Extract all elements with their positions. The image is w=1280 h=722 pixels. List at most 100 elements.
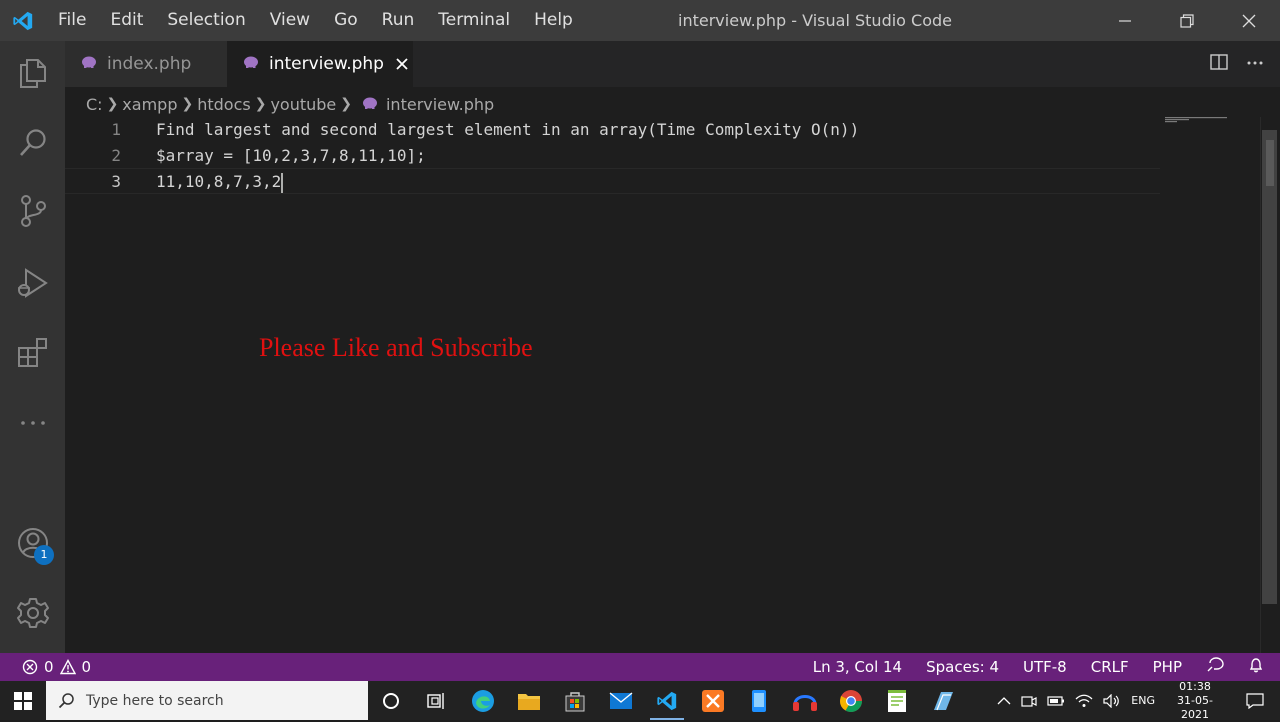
app-icon[interactable]	[920, 681, 966, 720]
chevron-right-icon: ❯	[340, 96, 352, 112]
mail-icon[interactable]	[598, 681, 644, 720]
line-ending[interactable]: CRLF	[1091, 658, 1129, 676]
vscode-taskbar-icon[interactable]	[644, 681, 690, 720]
audio-app-icon[interactable]	[782, 681, 828, 720]
menu-bar: File Edit Selection View Go Run Terminal…	[46, 0, 585, 41]
extensions-icon[interactable]	[0, 323, 65, 383]
status-bar: 0 0 Ln 3, Col 14 Spaces: 4 UTF-8 CRLF PH…	[0, 653, 1280, 681]
settings-gear-icon[interactable]	[0, 583, 65, 643]
meet-now-icon[interactable]	[1021, 694, 1037, 708]
minimize-button[interactable]	[1094, 0, 1156, 41]
vertical-scrollbar-thumb[interactable]	[1262, 130, 1277, 604]
clock-date: 31-05-2021	[1177, 693, 1213, 721]
tab-close-icon[interactable]	[396, 55, 408, 74]
menu-selection[interactable]: Selection	[155, 0, 257, 41]
more-icon[interactable]	[0, 393, 65, 453]
line-text: 11,10,8,7,3,2	[156, 172, 282, 191]
notifications-bell-icon[interactable]	[1248, 657, 1264, 677]
split-editor-icon[interactable]	[1210, 53, 1228, 75]
chrome-icon[interactable]	[828, 681, 874, 720]
clock[interactable]: 01:38 31-05-2021	[1165, 680, 1225, 722]
menu-help[interactable]: Help	[522, 0, 585, 41]
tab-index-php[interactable]: index.php	[65, 41, 227, 87]
input-language[interactable]: ENG	[1131, 694, 1155, 707]
breadcrumb-item[interactable]: htdocs	[197, 95, 251, 114]
code-line[interactable]: 2 $array = [10,2,3,7,8,11,10];	[65, 143, 1160, 169]
encoding[interactable]: UTF-8	[1023, 658, 1067, 676]
tab-interview-php[interactable]: interview.php	[227, 41, 413, 87]
indentation[interactable]: Spaces: 4	[926, 658, 999, 676]
source-control-icon[interactable]	[0, 181, 65, 241]
accounts-badge: 1	[34, 545, 54, 565]
code-line-current[interactable]: 3 11,10,8,7,3,2	[65, 168, 1160, 194]
close-icon	[1242, 14, 1256, 27]
cortana-icon[interactable]	[368, 681, 414, 720]
menu-edit[interactable]: Edit	[98, 0, 155, 41]
tab-label: index.php	[107, 54, 192, 74]
warning-count: 0	[81, 658, 92, 676]
accounts-icon[interactable]	[0, 513, 65, 573]
title-bar: File Edit Selection View Go Run Terminal…	[0, 0, 1280, 41]
task-view-icon[interactable]	[414, 681, 460, 720]
search-icon[interactable]	[0, 113, 65, 173]
notepad-plus-icon[interactable]	[874, 681, 920, 720]
pinned-apps	[368, 681, 966, 720]
subscribe-overlay-text: Please Like and Subscribe	[259, 333, 533, 362]
menu-go[interactable]: Go	[322, 0, 370, 41]
restore-button[interactable]	[1156, 0, 1218, 41]
close-window-button[interactable]	[1218, 0, 1280, 41]
chevron-right-icon: ❯	[106, 96, 119, 112]
code-line[interactable]: 1 Find largest and second largest elemen…	[65, 117, 1160, 143]
taskbar-search-input[interactable]: Type here to search	[46, 681, 368, 720]
breadcrumb-item[interactable]: C:	[86, 95, 103, 114]
windows-taskbar: Type here to search ENG 01:38 31-05-2021	[0, 680, 1280, 722]
vscode-logo-icon	[0, 0, 46, 41]
php-file-icon	[362, 95, 378, 114]
wifi-icon[interactable]	[1075, 694, 1093, 708]
breadcrumb-item[interactable]: youtube	[270, 95, 336, 114]
activity-bar: 1	[0, 41, 65, 653]
menu-file[interactable]: File	[46, 0, 98, 41]
edge-browser-icon[interactable]	[460, 681, 506, 720]
line-text: Find largest and second largest element …	[156, 120, 860, 139]
run-debug-icon[interactable]	[0, 253, 65, 313]
window-title: interview.php - Visual Studio Code	[678, 11, 952, 30]
search-icon	[58, 692, 74, 708]
breadcrumb-item[interactable]: interview.php	[386, 95, 494, 114]
explorer-icon[interactable]	[0, 43, 65, 103]
php-file-icon	[243, 54, 259, 74]
scrollbar-cursor-marker	[1266, 140, 1274, 186]
xampp-icon[interactable]	[690, 681, 736, 720]
phone-app-icon[interactable]	[736, 681, 782, 720]
store-icon[interactable]	[552, 681, 598, 720]
menu-terminal[interactable]: Terminal	[426, 0, 522, 41]
language-mode[interactable]: PHP	[1153, 658, 1182, 676]
minimize-icon	[1119, 19, 1131, 22]
code-editor[interactable]: 1 Find largest and second largest elemen…	[65, 117, 1260, 653]
problems-indicator[interactable]: 0 0	[22, 653, 91, 681]
more-actions-icon[interactable]	[1246, 53, 1264, 75]
restore-icon	[1180, 13, 1194, 28]
error-count: 0	[44, 658, 54, 676]
line-number: 3	[111, 172, 121, 191]
windows-start-icon[interactable]	[0, 681, 46, 720]
action-center-icon[interactable]	[1235, 692, 1275, 709]
line-text: $array = [10,2,3,7,8,11,10];	[156, 146, 426, 165]
line-number: 1	[111, 120, 121, 139]
clock-time: 01:38	[1179, 679, 1211, 693]
volume-icon[interactable]	[1103, 693, 1121, 708]
feedback-icon[interactable]	[1206, 657, 1224, 677]
battery-icon[interactable]	[1047, 695, 1065, 707]
minimap[interactable]	[1165, 117, 1245, 125]
chevron-up-icon[interactable]	[997, 696, 1011, 706]
php-file-icon	[81, 54, 97, 74]
menu-run[interactable]: Run	[370, 0, 427, 41]
breadcrumb-item[interactable]: xampp	[122, 95, 177, 114]
tab-actions	[1210, 53, 1264, 75]
menu-view[interactable]: View	[258, 0, 322, 41]
window-controls	[1094, 0, 1280, 41]
error-icon	[22, 659, 38, 675]
warning-icon	[59, 659, 76, 675]
file-explorer-icon[interactable]	[506, 681, 552, 720]
cursor-position[interactable]: Ln 3, Col 14	[813, 658, 902, 676]
